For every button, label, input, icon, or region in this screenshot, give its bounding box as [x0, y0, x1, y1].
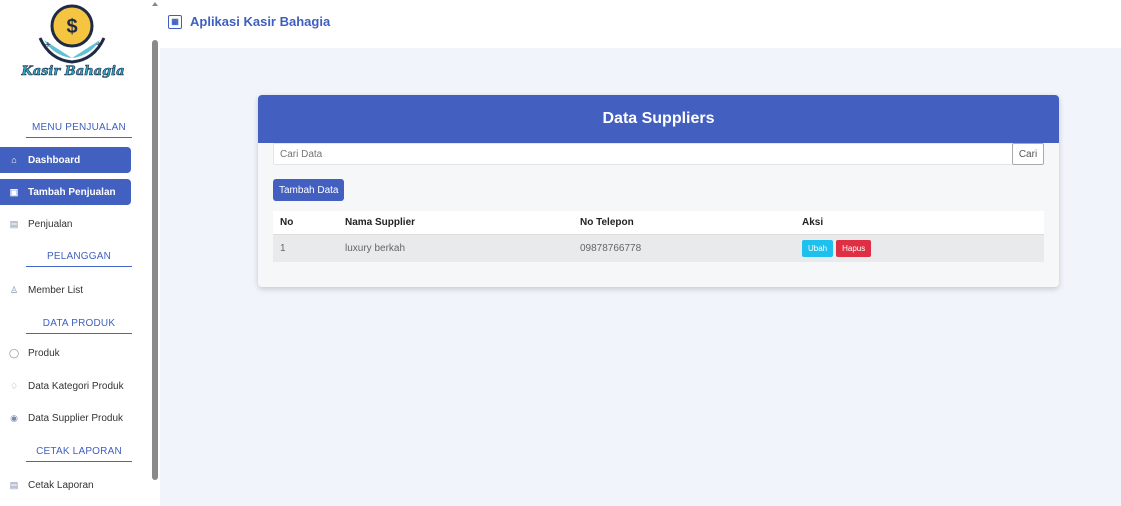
column-header-no: No [273, 211, 338, 235]
cell-aksi: Ubah Hapus [795, 234, 1044, 262]
column-header-no-telepon: No Telepon [573, 211, 795, 235]
search-input[interactable] [273, 143, 1012, 165]
search-button[interactable]: Cari [1012, 143, 1044, 165]
topbar: ▦ Aplikasi Kasir Bahagia [160, 0, 1121, 48]
sidebar-item-produk[interactable]: ◯ Produk [0, 340, 131, 366]
sidebar-item-member-list[interactable]: ♙ Member List [0, 277, 131, 303]
suppliers-card: Data Suppliers Cari Tambah Data No Nama … [258, 95, 1059, 287]
sidebar-item-penjualan[interactable]: ▤ Penjualan [0, 211, 131, 237]
scrollbar-thumb[interactable] [152, 40, 158, 480]
kasir-bahagia-logo: $ + + Kasir Bahagia [20, 4, 125, 79]
delete-button[interactable]: Hapus [836, 239, 872, 257]
section-cetak-laporan: CETAK LAPORAN [26, 446, 132, 462]
sidebar-item-label: Member List [28, 284, 84, 296]
app-title-text: Aplikasi Kasir Bahagia [190, 14, 331, 29]
search-row: Cari [273, 143, 1044, 165]
calculator-icon: ▦ [168, 14, 182, 29]
box-icon: ◯ [8, 347, 20, 358]
section-data-produk: DATA PRODUK [26, 318, 132, 334]
sidebar-item-tambah-penjualan[interactable]: ▣ Tambah Penjualan [0, 179, 131, 205]
card-title: Data Suppliers [258, 95, 1059, 143]
home-icon: ⌂ [11, 155, 17, 165]
logo-text: Kasir Bahagia [20, 64, 124, 79]
section-menu-penjualan: MENU PENJUALAN [26, 122, 132, 138]
column-header-nama-supplier: Nama Supplier [338, 211, 573, 235]
cell-nama-supplier: luxury berkah [338, 234, 573, 262]
cell-no-telepon: 09878766778 [573, 234, 795, 262]
sidebar-item-cetak-laporan[interactable]: ▤ Cetak Laporan [0, 472, 131, 498]
supplier-icon: ◉ [10, 412, 18, 423]
app-title: ▦ Aplikasi Kasir Bahagia [168, 14, 330, 29]
table-row: 1 luxury berkah 09878766778 Ubah Hapus [273, 234, 1044, 262]
sidebar-item-label: Data Kategori Produk [28, 380, 124, 392]
sidebar-item-label: Penjualan [28, 218, 73, 230]
table-header-row: No Nama Supplier No Telepon Aksi [273, 211, 1044, 235]
sidebar-item-label: Tambah Penjualan [28, 186, 116, 198]
logo-dollar-symbol: $ [66, 16, 77, 38]
sidebar-item-label: Produk [28, 347, 60, 359]
svg-text:+: + [45, 40, 51, 51]
sidebar-item-label: Dashboard [28, 154, 81, 166]
cell-no: 1 [273, 234, 338, 262]
section-pelanggan: PELANGGAN [26, 251, 132, 267]
edit-button[interactable]: Ubah [802, 239, 834, 257]
sidebar-item-label: Data Supplier Produk [28, 412, 124, 424]
users-icon: ♙ [9, 284, 19, 295]
cart-icon: ▣ [9, 186, 19, 197]
svg-text:+: + [96, 40, 102, 51]
sidebar-item-dashboard[interactable]: ⌂ Dashboard [0, 147, 131, 173]
suppliers-table: No Nama Supplier No Telepon Aksi 1 luxur… [273, 211, 1044, 262]
print-icon: ▤ [9, 479, 19, 490]
tag-icon: ♢ [9, 380, 19, 391]
main-content: Data Suppliers Cari Tambah Data No Nama … [160, 48, 1121, 506]
sidebar-item-data-supplier-produk[interactable]: ◉ Data Supplier Produk [0, 405, 131, 431]
sidebar-item-label: Cetak Laporan [28, 479, 94, 491]
sidebar: $ + + Kasir Bahagia MENU PENJUALAN ⌂ Das… [0, 0, 146, 506]
scroll-up-arrow-icon[interactable] [152, 2, 158, 6]
list-icon: ▤ [9, 218, 19, 229]
sidebar-item-data-kategori-produk[interactable]: ♢ Data Kategori Produk [0, 373, 131, 399]
column-header-aksi: Aksi [795, 211, 1044, 235]
add-data-button[interactable]: Tambah Data [273, 179, 345, 201]
